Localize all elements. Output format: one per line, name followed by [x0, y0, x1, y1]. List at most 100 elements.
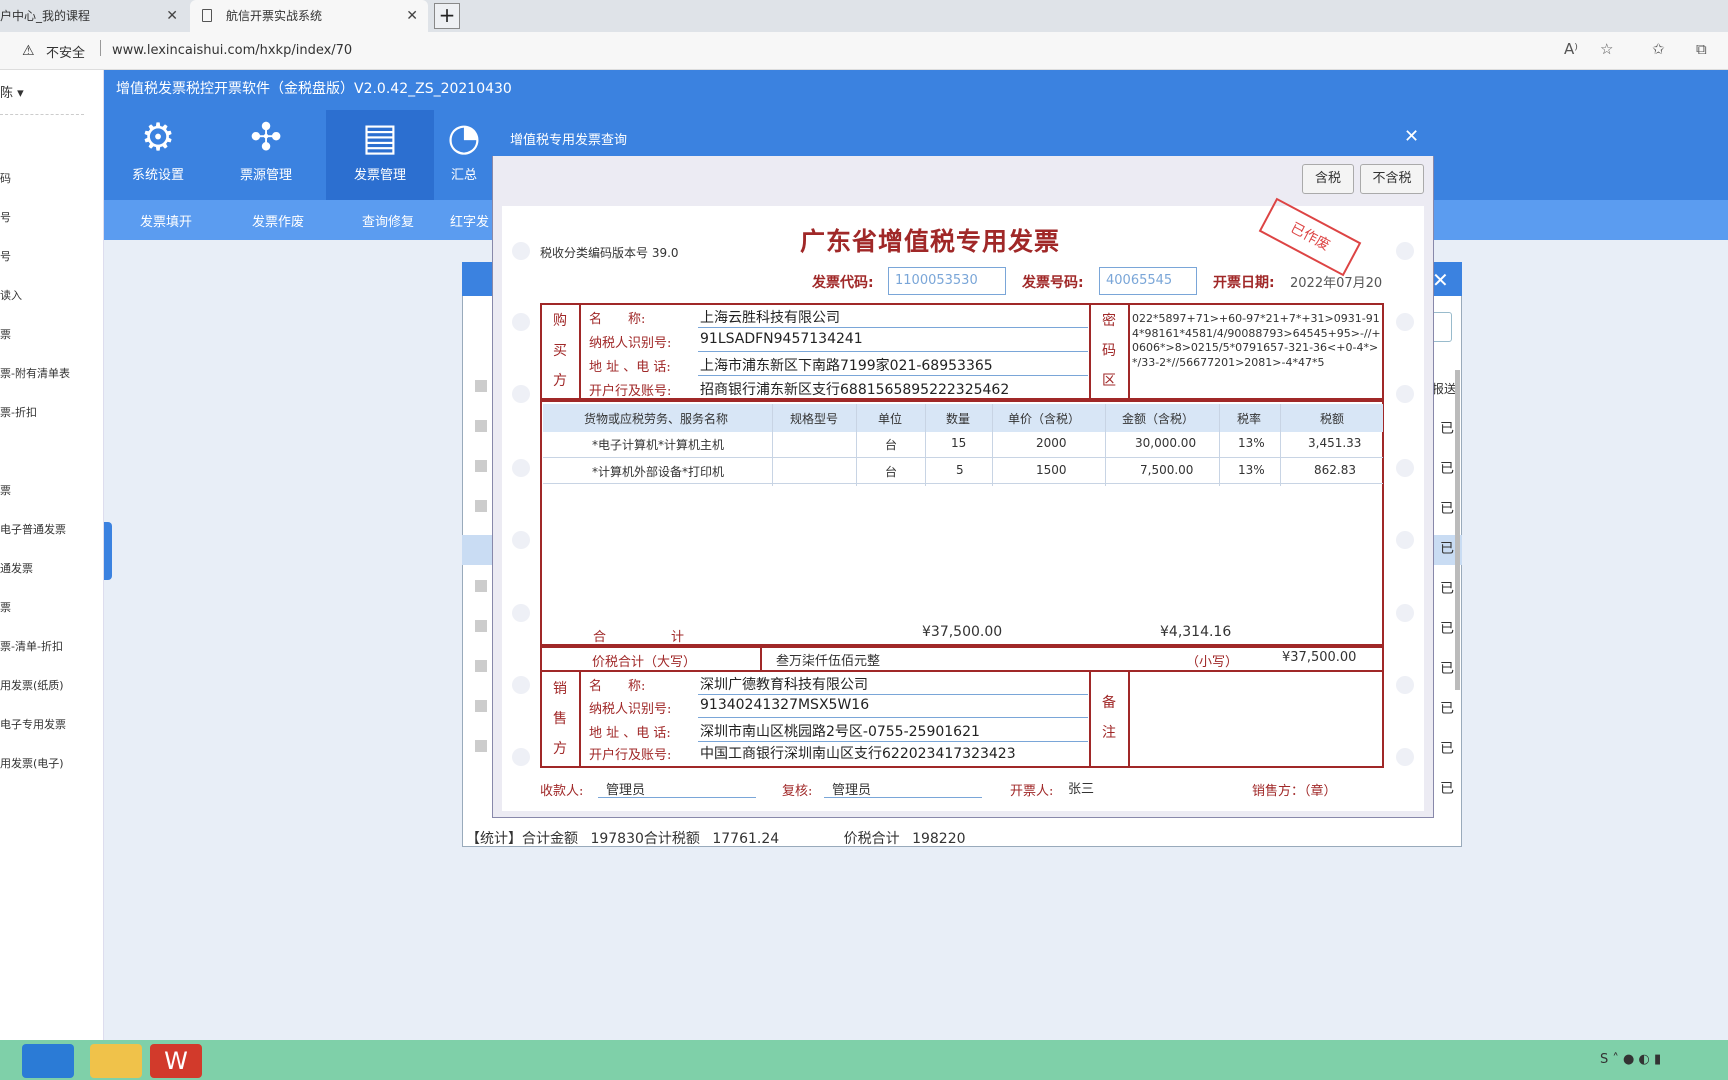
new-tab-button[interactable]: + — [434, 3, 460, 29]
row-checkbox[interactable] — [475, 500, 487, 512]
module-ticket-source[interactable]: ✣ 票源管理 — [212, 110, 320, 200]
sidebar-item[interactable]: 用发票(电子) — [0, 755, 64, 771]
sidebar-item[interactable]: 读入 — [0, 287, 22, 303]
sidebar-item[interactable]: 票 — [0, 482, 11, 498]
tax-exclusive-button[interactable]: 不含税 — [1360, 164, 1424, 194]
browser-tab-course[interactable]: 户中心_我的课程 ✕ — [0, 0, 188, 32]
seller-bank[interactable]: 中国工商银行深圳南山区支行622023417323423 — [700, 743, 1016, 763]
invoice-code-field[interactable]: 1100053530 — [888, 267, 1006, 295]
module-system-settings[interactable]: ⚙ 系统设置 — [104, 110, 212, 200]
module-summary[interactable]: ◔ 汇总 — [434, 110, 494, 200]
subnav-void-invoice[interactable]: 发票作废 — [252, 211, 304, 230]
buyer-address-phone[interactable]: 上海市浦东新区下南路7199家021-68953365 — [700, 355, 993, 375]
tax-inclusive-button[interactable]: 含税 — [1302, 164, 1354, 194]
item-rate[interactable]: 13% — [1238, 436, 1265, 450]
reviewer-field[interactable]: 管理员 — [824, 776, 982, 798]
item-name[interactable]: *计算机外部设备*打印机 — [592, 463, 724, 480]
item-rate[interactable]: 13% — [1238, 463, 1265, 477]
sidebar-item[interactable]: 票-清单-折扣 — [0, 638, 63, 654]
tab-label: 航信开票实战系统 — [226, 9, 323, 23]
close-icon[interactable]: ✕ — [1432, 268, 1449, 292]
tax-code-version: 税收分类编码版本号 39.0 — [540, 246, 679, 260]
item-unit[interactable]: 台 — [885, 463, 897, 480]
sidebar-item[interactable]: 票 — [0, 326, 11, 342]
warning-icon[interactable]: ⚠ — [22, 43, 35, 59]
browser-tab-active[interactable]: 航信开票实战系统 ✕ — [190, 0, 428, 32]
scrollbar[interactable] — [1455, 370, 1460, 690]
close-icon[interactable]: ✕ — [1404, 126, 1419, 147]
favorites-icon[interactable]: ✩ — [1652, 40, 1665, 58]
underline — [698, 351, 1088, 352]
wps-office-icon[interactable]: W — [150, 1044, 202, 1078]
close-tab-icon[interactable]: ✕ — [166, 0, 178, 32]
buyer-taxid[interactable]: 91LSADFN9457134241 — [700, 331, 863, 347]
subnav-issue-invoice[interactable]: 发票填开 — [140, 211, 192, 230]
item-unit[interactable]: 台 — [885, 436, 897, 453]
item-qty[interactable]: 5 — [956, 463, 964, 477]
sidebar-item[interactable]: 票-折扣 — [0, 404, 37, 420]
sidebar-item[interactable]: 电子普通发票 — [0, 521, 66, 537]
buyer-side-label: 购买方 — [553, 313, 567, 389]
sidebar-item[interactable]: 号 — [0, 209, 11, 225]
read-aloud-icon[interactable]: A⁾ — [1564, 40, 1578, 58]
row-checkbox[interactable] — [475, 740, 487, 752]
sidebar-item[interactable]: 号 — [0, 248, 11, 264]
punch-hole — [512, 385, 530, 403]
item-tax[interactable]: 3,451.33 — [1308, 436, 1361, 450]
select-all-checkbox[interactable] — [475, 380, 487, 392]
row-checkbox[interactable] — [475, 700, 487, 712]
row-checkbox[interactable] — [475, 620, 487, 632]
sidebar-item[interactable]: 码 — [0, 170, 11, 186]
invoice-number-field[interactable]: 40065545 — [1099, 267, 1197, 295]
punch-hole — [512, 531, 530, 549]
row-status: 已 — [1440, 581, 1454, 597]
system-tray-icons[interactable]: S ˄ ● ◐ ▮ — [1600, 1052, 1661, 1067]
row-checkbox[interactable] — [475, 660, 487, 672]
buyer-bank-label: 开户行及账号: — [589, 384, 672, 399]
seller-address-phone[interactable]: 深圳市南山区桃园路2号区-0755-25901621 — [700, 721, 980, 741]
col-header-price: 单价（含税） — [1008, 412, 1081, 426]
add-favorite-icon[interactable]: ☆ — [1600, 40, 1613, 58]
sidebar-item[interactable]: 票 — [0, 599, 11, 615]
grid-line — [1219, 404, 1220, 486]
subnav-red-invoice[interactable]: 红字发 — [450, 211, 489, 230]
item-price[interactable]: 1500 — [1036, 463, 1067, 477]
item-amount[interactable]: 7,500.00 — [1140, 463, 1193, 477]
subnav-query-repair[interactable]: 查询修复 — [362, 211, 414, 230]
col-header-name: 货物或应税劳务、服务名称 — [584, 412, 729, 426]
row-checkbox[interactable] — [475, 580, 487, 592]
file-explorer-icon[interactable] — [90, 1044, 142, 1078]
total-amount: ¥37,500.00 — [922, 624, 1003, 640]
sidebar-item[interactable]: 用发票(纸质) — [0, 677, 64, 693]
item-price[interactable]: 2000 — [1036, 436, 1067, 450]
sidebar-user[interactable]: 陈 ▾ — [0, 82, 24, 101]
collections-icon[interactable]: ⧉ — [1696, 40, 1707, 58]
punch-hole — [1396, 748, 1414, 766]
buyer-bank[interactable]: 招商银行浦东新区支行6881565895222325462 — [700, 379, 1009, 399]
edge-browser-icon[interactable] — [22, 1044, 74, 1078]
seller-name[interactable]: 深圳广德教育科技有限公司 — [700, 674, 868, 694]
sidebar-item[interactable]: 票-附有清单表 — [0, 365, 70, 381]
punch-hole — [1396, 604, 1414, 622]
item-amount[interactable]: 30,000.00 — [1135, 436, 1196, 450]
seller-seal-label: 销售方：（章） — [1252, 784, 1337, 799]
payee-field[interactable]: 管理员 — [598, 776, 756, 798]
sidebar-item[interactable]: 电子专用发票 — [0, 716, 66, 732]
stat-total-label: 价税合计 — [843, 831, 900, 847]
seller-taxid[interactable]: 91340241327MSX5W16 — [700, 697, 869, 713]
sidebar-collapse-handle[interactable] — [104, 522, 112, 580]
close-tab-icon[interactable]: ✕ — [406, 0, 418, 32]
url-field[interactable]: www.lexincaishui.com/hxkp/index/70 — [112, 43, 352, 58]
app-title: 增值税发票税控开票软件（金税盘版）V2.0.42_ZS_20210430 — [116, 81, 512, 97]
sidebar-item[interactable]: 通发票 — [0, 560, 33, 576]
item-tax[interactable]: 862.83 — [1314, 463, 1356, 477]
item-name[interactable]: *电子计算机*计算机主机 — [592, 436, 724, 453]
row-checkbox[interactable] — [475, 460, 487, 472]
divider — [579, 670, 581, 768]
buyer-name[interactable]: 上海云胜科技有限公司 — [700, 307, 840, 327]
row-checkbox[interactable] — [475, 420, 487, 432]
item-qty[interactable]: 15 — [951, 436, 966, 450]
security-status[interactable]: 不安全 — [46, 42, 85, 61]
module-invoice-management[interactable]: ▤ 发票管理 — [326, 110, 434, 200]
punch-hole — [512, 459, 530, 477]
